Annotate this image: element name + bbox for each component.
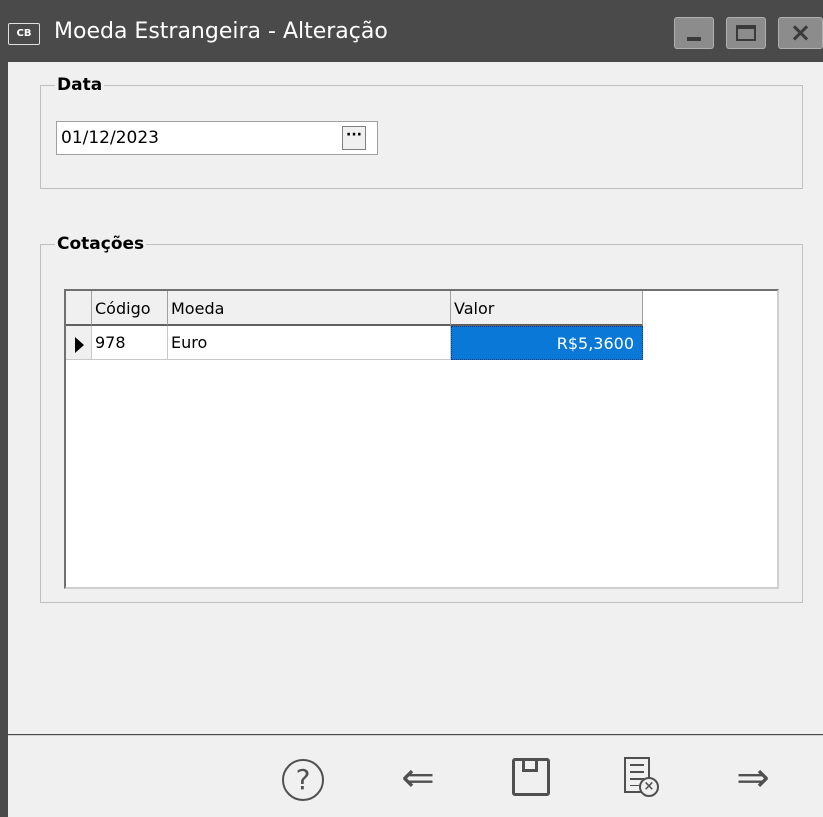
arrow-left-icon: ⇐ <box>401 755 435 801</box>
back-button[interactable]: ⇐ <box>389 752 447 804</box>
row-pointer-icon <box>75 337 84 353</box>
close-button[interactable]: × <box>778 17 823 49</box>
date-picker-button[interactable]: ··· <box>342 126 366 150</box>
app-window: CB Moeda Estrangeira - Alteração × Data … <box>0 0 823 817</box>
help-button[interactable]: ? <box>274 752 332 804</box>
forward-button[interactable]: ⇒ <box>724 752 782 804</box>
column-header-valor[interactable]: Valor <box>451 291 643 326</box>
help-icon: ? <box>282 759 324 801</box>
cell-moeda[interactable]: Euro <box>168 326 451 360</box>
column-header-moeda[interactable]: Moeda <box>168 291 451 326</box>
cell-valor[interactable]: R$5,3600 <box>451 326 643 360</box>
save-icon <box>512 758 550 796</box>
data-group-title: Data <box>55 74 105 96</box>
window-title: Moeda Estrangeira - Alteração <box>54 19 388 44</box>
cotacoes-grid[interactable]: Código Moeda Valor 978 Euro R$5,3600 <box>64 289 779 589</box>
column-header-codigo[interactable]: Código <box>92 291 168 326</box>
minimize-icon <box>687 37 701 41</box>
cancel-button[interactable]: × <box>608 752 666 804</box>
cancel-icon: × <box>639 777 659 797</box>
save-button[interactable] <box>500 752 558 804</box>
row-indicator[interactable] <box>66 326 92 360</box>
cotacoes-group-title: Cotações <box>55 233 147 255</box>
app-icon[interactable]: CB <box>8 23 40 45</box>
maximize-icon <box>736 25 756 41</box>
cell-codigo[interactable]: 978 <box>92 326 168 360</box>
title-bar[interactable]: CB Moeda Estrangeira - Alteração × <box>0 0 823 62</box>
arrow-right-icon: ⇒ <box>736 755 770 801</box>
close-icon: × <box>789 18 812 48</box>
minimize-button[interactable] <box>674 17 714 49</box>
maximize-button[interactable] <box>726 17 766 49</box>
date-input[interactable]: 01/12/2023 <box>56 121 378 155</box>
indicator-header <box>66 291 92 326</box>
bottom-toolbar: ? ⇐ × ⇒ <box>8 735 823 817</box>
